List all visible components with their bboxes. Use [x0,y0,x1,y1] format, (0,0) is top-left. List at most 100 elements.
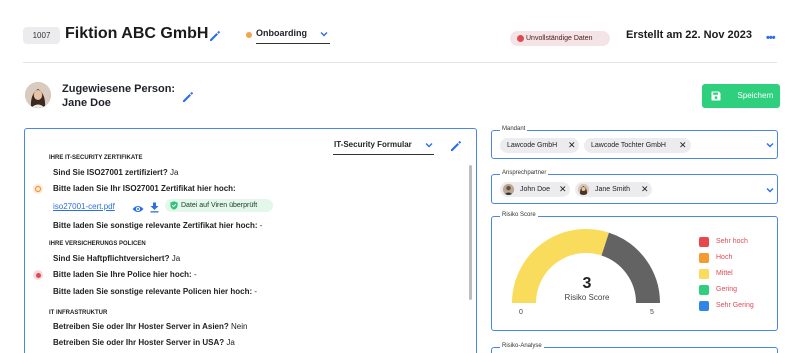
legend-swatch [699,253,709,263]
more-options-icon[interactable]: ••• [766,32,776,44]
virus-scan-badge: Datei auf Viren überprüft [165,199,273,212]
question-text: Bitte laden Sie sonstige relevante Polic… [53,287,253,296]
created-date: Erstellt am 22. Nov 2023 [626,29,752,41]
mandant-chip: Lawcode GmbH ✕ [500,138,579,153]
answer-text: Ja [226,338,235,347]
alert-dot-icon [517,35,524,42]
pending-status-icon [33,184,43,194]
record-id-badge: 1007 [23,27,60,44]
chip-label: Lawcode GmbH [507,142,558,149]
section-insurance-heading: IHRE VERSICHERUNGS POLICEN [49,241,146,247]
question-text: Sind Sie Haftpflichtversichert? [53,254,170,263]
remove-chip-icon[interactable]: ✕ [568,138,576,153]
file-link[interactable]: iso27001-cert.pdf [53,202,115,211]
section-infra-heading: IT INFRASTRUKTUR [49,310,108,316]
legend-swatch [699,269,709,279]
answer-text: Ja [169,168,179,177]
save-label: Speichern [737,91,774,100]
edit-title-pencil-icon[interactable] [209,30,221,42]
risk-score-label: Risiko Score [564,293,610,302]
legend-swatch [699,301,709,311]
remove-chip-icon[interactable]: ✕ [641,182,649,197]
page: 1007 Fiktion ABC GmbH Onboarding Unvolls… [3,0,797,353]
answer-text: - [193,270,197,279]
chevron-down-icon[interactable] [766,187,774,193]
legend-swatch [699,285,709,295]
mandant-legend: Mandant [500,126,528,132]
assignee-avatar [25,82,51,108]
legend-label: Sehr Gering [716,302,754,309]
question-police-upload: Bitte laden Sie Ihre Police hier hoch: - [53,270,197,279]
question-server-asia: Betreiben Sie oder Ihr Hoster Server in … [53,322,247,331]
question-text: Bitte laden Sie sonstige relevante Zerti… [53,221,258,230]
edit-assignee-pencil-icon[interactable] [182,91,194,103]
chevron-down-icon [425,142,433,148]
assignee-label: Zugewiesene Person: Jane Doe [62,82,175,110]
mandant-field[interactable]: Mandant Lawcode GmbH ✕ Lawcode Tochter G… [491,126,778,159]
view-eye-icon[interactable] [132,201,144,212]
chip-label: John Doe [520,186,550,193]
save-disk-icon [711,91,721,101]
risk-score-value: 3 [582,275,592,292]
question-text: Betreiben Sie oder Ihr Hoster Server in … [53,322,229,331]
legend-label: Mittel [716,270,733,277]
save-button[interactable]: Speichern [702,84,780,108]
download-icon[interactable] [150,200,159,213]
risk-score-legend: Risiko Score [500,212,538,218]
gauge-max-label: 5 [650,309,654,316]
question-text: Sind Sie ISO27001 zertifiziert? [53,168,168,177]
contact-legend: Ansprechpartner [500,170,549,176]
assignee-name: Jane Doe [62,97,111,109]
contact-chip: Jane Smith ✕ [575,182,652,197]
question-text: Bitte laden Sie Ihre Police hier hoch: [53,270,192,279]
chevron-down-icon [320,31,328,37]
question-server-usa: Betreiben Sie oder Ihr Hoster Server in … [53,338,235,347]
company-title: Fiktion ABC GmbH [65,25,209,42]
virus-scan-text: Datei auf Viren überprüft [181,202,258,209]
question-other-certs: Bitte laden Sie sonstige relevante Zerti… [53,221,262,230]
legend-label: Sehr hoch [716,238,748,245]
error-status-icon [33,270,43,280]
question-other-policies: Bitte laden Sie sonstige relevante Polic… [53,287,257,296]
form-select-value: IT-Security Formular [334,140,412,149]
question-iso-upload: Bitte laden Sie Ihr ISO27001 Zertifikat … [53,184,236,193]
answer-text: - [259,221,263,230]
chip-label: Lawcode Tochter GmbH [591,142,666,149]
form-select[interactable]: IT-Security Formular [333,137,434,155]
incomplete-data-badge: Unvollständige Daten [510,31,610,46]
alert-text: Unvollständige Daten [526,35,593,42]
contact-avatar [578,184,589,195]
mandant-chip: Lawcode Tochter GmbH ✕ [584,138,691,153]
answer-text: Nein [231,322,248,331]
gauge-min-label: 0 [519,309,523,316]
shield-check-icon [170,201,178,210]
contact-person-field[interactable]: Ansprechpartner John Doe ✕ Jane Smith ✕ [491,170,778,204]
assignee-heading: Zugewiesene Person: [62,83,176,95]
risk-analysis-legend: Risiko-Analyse [500,343,544,349]
answer-text: Ja [171,254,181,263]
section-cert-heading: IHRE IT-SECURITY ZERTIFIKATE [49,155,143,161]
question-iso-certified: Sind Sie ISO27001 zertifiziert? Ja [53,168,178,177]
header-divider [23,62,777,63]
question-liability: Sind Sie Haftpflichtversichert? Ja [53,254,180,263]
chip-label: Jane Smith [595,186,631,193]
contact-avatar [503,184,514,195]
risk-analysis-panel: Risiko-Analyse [491,343,778,353]
legend-swatch [699,237,709,247]
risk-level-legend: Sehr hoch Hoch Mittel Gering Sehr Gering [699,237,777,317]
answer-text: - [254,287,258,296]
remove-chip-icon[interactable]: ✕ [679,138,687,153]
legend-label: Hoch [716,254,733,261]
status-dot-icon [246,32,252,38]
status-select[interactable]: Onboarding [256,28,330,44]
it-security-form-panel: IT-Security Formular IHRE IT-SECURITY ZE… [24,128,477,353]
risk-score-panel: Risiko Score 3 Risiko Score 0 5 Sehr hoc… [491,212,778,331]
edit-form-pencil-icon[interactable] [450,140,462,152]
contact-chip: John Doe ✕ [500,182,570,197]
status-value: Onboarding [256,28,307,38]
remove-chip-icon[interactable]: ✕ [559,182,567,197]
legend-label: Gering [716,286,738,293]
question-text: Betreiben Sie oder Ihr Hoster Server in … [53,338,225,347]
chevron-down-icon[interactable] [766,142,774,148]
scrollbar[interactable] [469,165,472,300]
